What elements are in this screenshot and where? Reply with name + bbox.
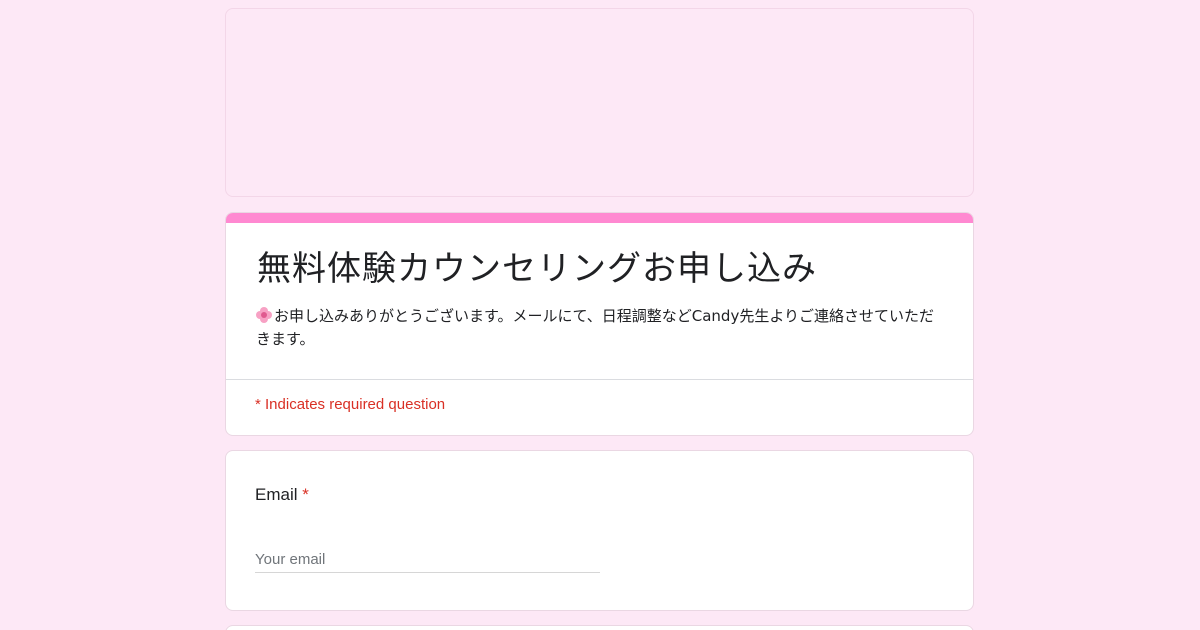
form-page: 無料体験カウンセリングお申し込み お申し込みありがとうございます。メールにて、日… — [0, 0, 1200, 630]
divider — [226, 379, 973, 380]
email-question-card: Email * — [225, 450, 974, 611]
header-banner — [225, 8, 974, 197]
title-accent-bar — [226, 213, 973, 223]
next-question-card — [225, 625, 974, 630]
email-input[interactable] — [255, 547, 600, 573]
form-description: お申し込みありがとうございます。メールにて、日程調整などCandy先生よりご連絡… — [256, 305, 946, 351]
cherry-blossom-icon — [256, 307, 272, 323]
required-note: * Indicates required question — [255, 396, 446, 413]
form-title: 無料体験カウンセリングお申し込み — [257, 249, 817, 289]
email-label-text: Email — [255, 485, 298, 504]
email-question-label: Email * — [255, 485, 309, 505]
form-description-text: お申し込みありがとうございます。メールにて、日程調整などCandy先生よりご連絡… — [256, 307, 935, 348]
form-title-card: 無料体験カウンセリングお申し込み お申し込みありがとうございます。メールにて、日… — [225, 212, 974, 436]
required-asterisk: * — [302, 485, 309, 504]
